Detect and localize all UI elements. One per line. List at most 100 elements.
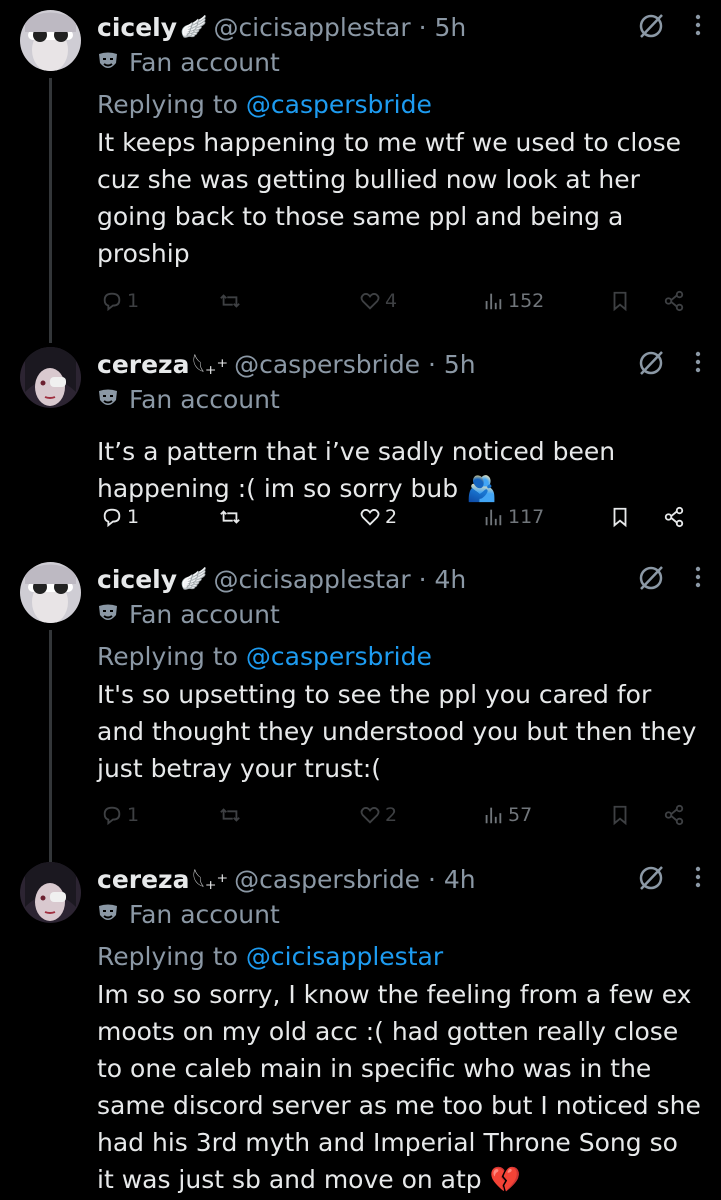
- display-name[interactable]: cereza: [97, 865, 189, 894]
- theater-mask-icon: [99, 389, 117, 405]
- bookmark-icon: [613, 291, 627, 312]
- reply-count: 1: [127, 290, 140, 312]
- tweet-text: It keeps happening to me wtf we used to …: [97, 128, 689, 268]
- grok-icon[interactable]: [637, 347, 667, 377]
- reply-button[interactable]: 1: [101, 506, 139, 528]
- grok-icon[interactable]: [637, 10, 667, 40]
- more-icon[interactable]: [695, 351, 701, 373]
- name-badge: 𓆩₊⁺: [192, 870, 229, 895]
- retweet-icon: [220, 510, 240, 524]
- theater-mask-icon: [99, 604, 117, 620]
- name-badge: 🪽: [180, 14, 208, 40]
- like-button[interactable]: 2: [359, 804, 397, 826]
- share-button[interactable]: [663, 506, 685, 528]
- view-count: 152: [508, 290, 545, 312]
- action-bar: 1 4 152: [97, 286, 697, 316]
- reply-icon: [103, 292, 121, 312]
- reply-icon: [103, 508, 121, 528]
- fan-account-label: Fan account: [97, 46, 701, 78]
- replying-to-handle[interactable]: @cicisapplestar: [246, 942, 443, 971]
- reply-count: 1: [127, 506, 140, 528]
- tweet-4[interactable]: cereza 𓆩₊⁺ @caspersbride · 4h Fan accoun…: [0, 850, 721, 1200]
- thread-line: [49, 630, 52, 865]
- views-icon: [485, 509, 502, 526]
- reply-count: 1: [127, 804, 140, 826]
- theater-mask-icon: [99, 52, 117, 68]
- replying-to: Replying to @caspersbride: [97, 640, 701, 674]
- retweet-icon: [220, 808, 240, 822]
- tweet-header: cicely 🪽 @cicisapplestar · 4h: [97, 560, 701, 598]
- view-count: 117: [508, 506, 545, 528]
- views-icon: [485, 293, 502, 310]
- retweet-button[interactable]: [219, 506, 241, 528]
- tweet-1[interactable]: cicely 🪽 @cicisapplestar · 5h Fan accoun…: [0, 0, 721, 343]
- handle-time[interactable]: @cicisapplestar · 4h: [213, 565, 466, 594]
- tweet-header: cicely 🪽 @cicisapplestar · 5h: [97, 8, 701, 46]
- views-button[interactable]: 152: [482, 290, 544, 312]
- bookmark-button[interactable]: [609, 506, 631, 528]
- bookmark-button[interactable]: [609, 804, 631, 826]
- replying-to-handle[interactable]: @caspersbride: [246, 90, 432, 119]
- tweet-2[interactable]: cereza 𓆩₊⁺ @caspersbride · 5h Fan accoun…: [0, 335, 721, 545]
- replying-prefix: Replying to: [97, 642, 246, 671]
- action-bar: 1 2 117: [97, 502, 697, 532]
- avatar[interactable]: [20, 862, 81, 923]
- name-badge: 🪽: [180, 566, 208, 592]
- more-icon[interactable]: [695, 14, 701, 36]
- fan-account-text: Fan account: [129, 47, 280, 77]
- views-icon: [485, 807, 502, 824]
- display-name[interactable]: cereza: [97, 350, 189, 379]
- avatar[interactable]: [20, 347, 81, 408]
- tweet-header: cereza 𓆩₊⁺ @caspersbride · 5h: [97, 345, 701, 383]
- like-icon: [360, 293, 380, 310]
- tweet-text: It’s a pattern that i’ve sadly noticed b…: [97, 437, 624, 503]
- bookmark-icon: [613, 805, 627, 826]
- reply-button[interactable]: 1: [101, 290, 139, 312]
- tweet-text: Im so so sorry, I know the feeling from …: [97, 980, 709, 1194]
- thread-line: [49, 78, 52, 343]
- avatar[interactable]: [20, 10, 81, 71]
- share-button[interactable]: [663, 804, 685, 826]
- more-icon[interactable]: [695, 566, 701, 588]
- reply-button[interactable]: 1: [101, 804, 139, 826]
- display-name[interactable]: cicely: [97, 565, 177, 594]
- grok-icon[interactable]: [637, 862, 667, 892]
- like-icon: [360, 509, 380, 526]
- bookmark-button[interactable]: [609, 290, 631, 312]
- fan-account-label: Fan account: [97, 898, 701, 930]
- fan-account-label: Fan account: [97, 598, 701, 630]
- share-button[interactable]: [663, 290, 685, 312]
- fan-account-label: Fan account: [97, 383, 701, 415]
- retweet-button[interactable]: [219, 804, 241, 826]
- replying-to-handle[interactable]: @caspersbride: [246, 642, 432, 671]
- view-count: 57: [508, 804, 533, 826]
- reply-icon: [103, 806, 121, 826]
- bookmark-icon: [613, 507, 627, 528]
- handle-time[interactable]: @caspersbride · 5h: [234, 350, 476, 379]
- handle-time[interactable]: @caspersbride · 4h: [234, 865, 476, 894]
- views-button[interactable]: 57: [482, 804, 532, 826]
- replying-prefix: Replying to: [97, 942, 246, 971]
- like-icon: [360, 807, 380, 824]
- replying-to: Replying to @cicisapplestar: [97, 940, 701, 974]
- like-button[interactable]: 2: [359, 506, 397, 528]
- tweet-text: It's so upsetting to see the ppl you car…: [97, 680, 705, 783]
- fan-account-text: Fan account: [129, 599, 280, 629]
- more-icon[interactable]: [695, 866, 701, 888]
- like-button[interactable]: 4: [359, 290, 397, 312]
- replying-prefix: Replying to: [97, 90, 246, 119]
- grok-icon[interactable]: [637, 562, 667, 592]
- theater-mask-icon: [99, 904, 117, 920]
- retweet-button[interactable]: [219, 290, 241, 312]
- handle-time[interactable]: @cicisapplestar · 5h: [213, 13, 466, 42]
- fan-account-text: Fan account: [129, 899, 280, 929]
- views-button[interactable]: 117: [482, 506, 544, 528]
- avatar[interactable]: [20, 562, 81, 623]
- retweet-icon: [220, 294, 240, 308]
- tweet-3[interactable]: cicely 🪽 @cicisapplestar · 4h Fan accoun…: [0, 552, 721, 865]
- tweet-header: cereza 𓆩₊⁺ @caspersbride · 4h: [97, 860, 701, 898]
- display-name[interactable]: cicely: [97, 13, 177, 42]
- share-icon: [664, 290, 684, 312]
- like-count: 2: [385, 506, 398, 528]
- replying-to: Replying to @caspersbride: [97, 88, 701, 122]
